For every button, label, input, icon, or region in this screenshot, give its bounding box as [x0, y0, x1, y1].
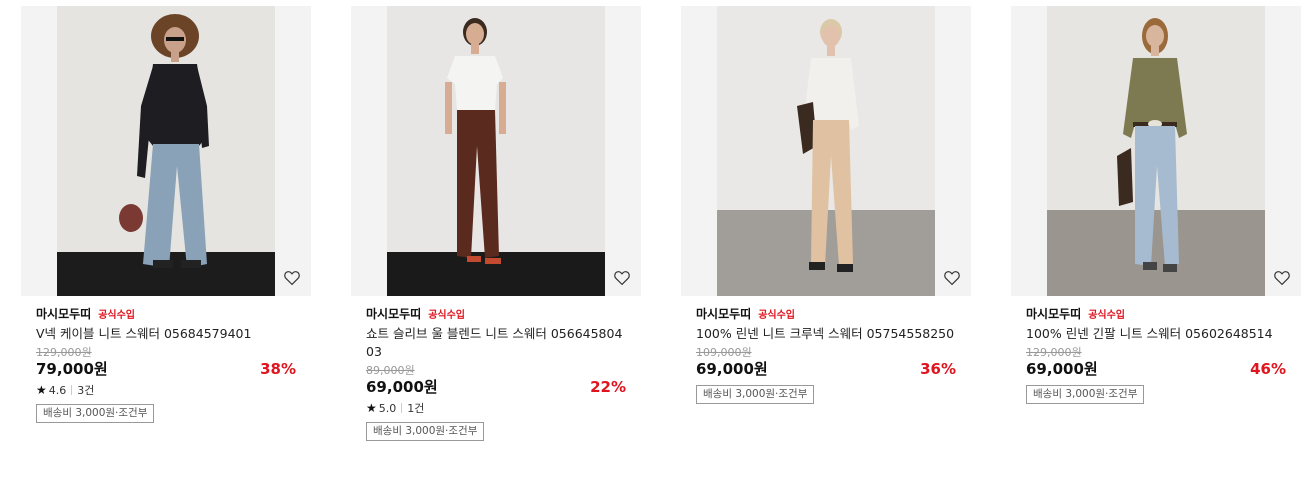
brand-row: 마시모두띠 공식수입 — [366, 304, 626, 322]
shipping-badge: 배송비 3,000원·조건부 — [1026, 385, 1145, 404]
original-price: 129,000원 — [1026, 346, 1082, 359]
discount-rate: 38% — [260, 360, 296, 378]
heart-icon[interactable] — [943, 269, 961, 287]
original-price: 129,000원 — [36, 346, 92, 359]
model-photo-image — [387, 6, 605, 296]
heart-icon[interactable] — [283, 269, 301, 287]
product-info: 마시모두띠 공식수입 V넥 케이블 니트 스웨터 05684579401 129… — [21, 296, 311, 423]
product-image-area[interactable] — [1011, 6, 1301, 296]
sale-price: 69,000원 — [366, 378, 438, 396]
price-row: 69,000원 36% — [696, 359, 956, 379]
rating-row: ★ 5.0 1건 — [366, 400, 626, 416]
product-title[interactable]: V넥 케이블 니트 스웨터 05684579401 — [36, 325, 298, 343]
product-card[interactable]: 마시모두띠 공식수입 100% 린넨 니트 크루넥 스웨터 0575455825… — [681, 6, 971, 404]
brand-name[interactable]: 마시모두띠 — [36, 305, 91, 322]
sale-price: 69,000원 — [1026, 360, 1098, 378]
star-icon: ★ — [366, 401, 377, 415]
product-grid: 마시모두띠 공식수입 V넥 케이블 니트 스웨터 05684579401 129… — [0, 0, 1312, 483]
official-import-badge: 공식수입 — [428, 309, 466, 321]
divider — [71, 385, 73, 395]
product-info: 마시모두띠 공식수입 100% 린넨 니트 크루넥 스웨터 0575455825… — [681, 296, 971, 404]
official-import-badge: 공식수입 — [758, 309, 796, 321]
product-title[interactable]: 100% 린넨 긴팔 니트 스웨터 05602648514 — [1026, 325, 1288, 343]
product-image-area[interactable] — [681, 6, 971, 296]
review-count: 3건 — [77, 384, 95, 397]
brand-name[interactable]: 마시모두띠 — [1026, 305, 1081, 322]
product-card[interactable]: 마시모두띠 공식수입 V넥 케이블 니트 스웨터 05684579401 129… — [21, 6, 311, 423]
brand-row: 마시모두띠 공식수입 — [696, 304, 956, 322]
discount-rate: 36% — [920, 360, 956, 378]
product-photo[interactable] — [387, 6, 605, 296]
heart-icon[interactable] — [1273, 269, 1291, 287]
original-price: 89,000원 — [366, 364, 415, 377]
sale-price: 69,000원 — [696, 360, 768, 378]
price-row: 79,000원 38% — [36, 359, 296, 379]
discount-rate: 46% — [1250, 360, 1286, 378]
price-row: 69,000원 46% — [1026, 359, 1286, 379]
rating-row: ★ 4.6 3건 — [36, 382, 296, 398]
shipping-badge: 배송비 3,000원·조건부 — [696, 385, 815, 404]
product-card[interactable]: 마시모두띠 공식수입 100% 린넨 긴팔 니트 스웨터 05602648514… — [1011, 6, 1301, 404]
heart-icon[interactable] — [613, 269, 631, 287]
brand-name[interactable]: 마시모두띠 — [696, 305, 751, 322]
review-count: 1건 — [407, 402, 425, 415]
product-info: 마시모두띠 공식수입 쇼트 슬리브 울 블렌드 니트 스웨터 056645804… — [351, 296, 641, 441]
official-import-badge: 공식수입 — [1088, 309, 1126, 321]
product-title[interactable]: 100% 린넨 니트 크루넥 스웨터 05754558250 — [696, 325, 958, 343]
shipping-badge: 배송비 3,000원·조건부 — [36, 404, 155, 423]
price-row: 69,000원 22% — [366, 377, 626, 397]
brand-row: 마시모두띠 공식수입 — [36, 304, 296, 322]
model-photo-image — [1047, 6, 1265, 296]
rating-value: 5.0 — [378, 401, 397, 415]
divider — [401, 403, 403, 413]
product-photo[interactable] — [717, 6, 935, 296]
official-import-badge: 공식수입 — [98, 309, 136, 321]
shipping-badge: 배송비 3,000원·조건부 — [366, 422, 485, 441]
rating-value: 4.6 — [48, 383, 67, 397]
model-photo-image — [57, 6, 275, 296]
product-title[interactable]: 쇼트 슬리브 울 블렌드 니트 스웨터 05664580403 — [366, 325, 628, 361]
model-photo-image — [717, 6, 935, 296]
original-price: 109,000원 — [696, 346, 752, 359]
star-icon: ★ — [36, 383, 47, 397]
sale-price: 79,000원 — [36, 360, 108, 378]
brand-row: 마시모두띠 공식수입 — [1026, 304, 1286, 322]
product-card[interactable]: 마시모두띠 공식수입 쇼트 슬리브 울 블렌드 니트 스웨터 056645804… — [351, 6, 641, 441]
brand-name[interactable]: 마시모두띠 — [366, 305, 421, 322]
product-image-area[interactable] — [21, 6, 311, 296]
product-info: 마시모두띠 공식수입 100% 린넨 긴팔 니트 스웨터 05602648514… — [1011, 296, 1301, 404]
product-photo[interactable] — [1047, 6, 1265, 296]
product-photo[interactable] — [57, 6, 275, 296]
product-image-area[interactable] — [351, 6, 641, 296]
discount-rate: 22% — [590, 378, 626, 396]
